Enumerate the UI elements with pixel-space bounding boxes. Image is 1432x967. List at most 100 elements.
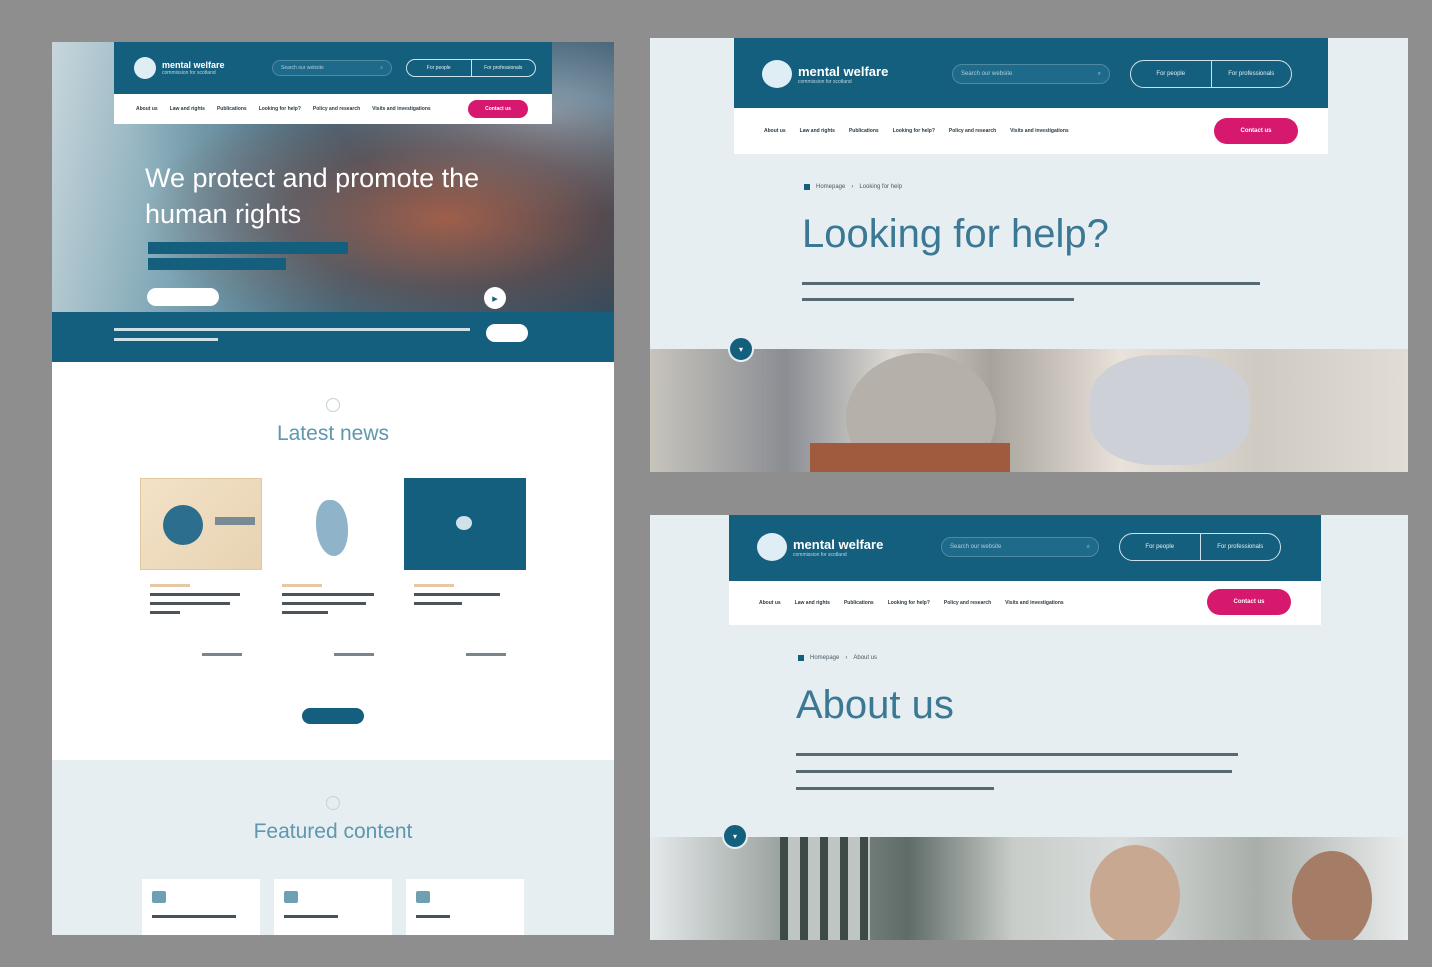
read-more-link[interactable] <box>202 653 242 656</box>
news-card-image <box>272 478 394 570</box>
intro-text-line <box>802 282 1260 285</box>
arrow-down-icon[interactable]: ▾ <box>722 823 748 849</box>
logo[interactable]: mental welfare commission for scotland <box>134 57 225 79</box>
nav-help[interactable]: Looking for help? <box>888 600 930 606</box>
pill-professionals[interactable]: For professionals <box>470 60 536 76</box>
cookie-banner <box>52 312 614 362</box>
nav-about[interactable]: About us <box>764 128 786 134</box>
audience-toggle: For people For professionals <box>406 59 536 77</box>
arrow-down-icon[interactable]: ▾ <box>728 336 754 362</box>
nav-policy[interactable]: Policy and research <box>944 600 991 606</box>
cookie-text-line <box>114 328 470 331</box>
read-more-link[interactable] <box>334 653 374 656</box>
search-placeholder: Search our website <box>950 544 1002 550</box>
nav-law[interactable]: Law and rights <box>170 106 205 112</box>
breadcrumb-current: About us <box>853 655 878 661</box>
logo-tagline: commission for scotland <box>162 70 216 76</box>
breadcrumb-home[interactable]: Homepage <box>810 655 839 661</box>
pill-people[interactable]: For people <box>407 60 471 76</box>
cookie-accept-button[interactable] <box>486 324 528 342</box>
nav-visits[interactable]: Visits and investigations <box>1010 128 1069 134</box>
about-page-screenshot: mental welfare commission for scotland S… <box>650 515 1408 940</box>
logo[interactable]: mental welfare commission for scotland <box>757 533 883 561</box>
nav-visits[interactable]: Visits and investigations <box>372 106 431 112</box>
play-icon[interactable]: ▸ <box>484 287 506 309</box>
breadcrumb-current: Looking for help <box>859 184 903 190</box>
about-hero-photo <box>650 837 1408 940</box>
pill-people[interactable]: For people <box>1131 61 1211 87</box>
featured-card[interactable] <box>142 879 260 935</box>
logo-mark-icon <box>757 533 787 561</box>
contact-button[interactable]: Contact us <box>468 100 528 118</box>
audience-toggle: For people For professionals <box>1119 533 1281 561</box>
homepage-screenshot: mental welfare commission for scotland S… <box>52 42 614 935</box>
logo-name: mental welfare <box>798 63 889 79</box>
pill-people[interactable]: For people <box>1120 534 1200 560</box>
nav-policy[interactable]: Policy and research <box>313 106 360 112</box>
logo-name: mental welfare <box>162 60 225 70</box>
home-icon[interactable] <box>804 184 810 190</box>
page-title: About us <box>796 683 954 727</box>
news-card[interactable] <box>404 478 526 664</box>
logo[interactable]: mental welfare commission for scotland <box>762 60 888 88</box>
pill-professionals[interactable]: For professionals <box>1210 61 1292 87</box>
logo-mark-icon <box>762 60 792 88</box>
intro-text-line <box>796 753 1238 756</box>
logo-tagline: commission for scotland <box>798 78 852 85</box>
search-placeholder: Search our website <box>281 65 324 71</box>
search-placeholder: Search our website <box>961 71 1013 77</box>
header-bar: mental welfare commission for scotland S… <box>729 515 1321 581</box>
news-card[interactable] <box>140 478 262 664</box>
nav-help[interactable]: Looking for help? <box>259 106 301 112</box>
logo-name: mental welfare <box>793 536 884 552</box>
cookie-text-line <box>114 338 218 341</box>
page-title: Looking for help? <box>802 212 1109 256</box>
nav-publications[interactable]: Publications <box>849 128 879 134</box>
intro-text-line <box>796 770 1232 773</box>
hero-subtitle-line <box>148 242 348 254</box>
search-input[interactable]: Search our website ⌕ <box>272 60 392 76</box>
read-more-link[interactable] <box>466 653 506 656</box>
search-input[interactable]: Search our website ⌕ <box>952 64 1110 84</box>
nav-visits[interactable]: Visits and investigations <box>1005 600 1064 606</box>
nav-law[interactable]: Law and rights <box>795 600 830 606</box>
hero-read-more-button[interactable] <box>147 288 219 306</box>
search-icon[interactable]: ⌕ <box>1087 544 1090 551</box>
breadcrumb: Homepage › About us <box>798 655 877 661</box>
intro-text-line <box>802 298 1074 301</box>
help-page-screenshot: mental welfare commission for scotland S… <box>650 38 1408 472</box>
nav-publications[interactable]: Publications <box>844 600 874 606</box>
hero-title: We protect and promote the human rights <box>145 163 480 229</box>
news-card[interactable] <box>272 478 394 664</box>
featured-section-icon <box>326 796 340 810</box>
logo-tagline: commission for scotland <box>793 551 847 558</box>
home-icon[interactable] <box>798 655 804 661</box>
nav-policy[interactable]: Policy and research <box>949 128 996 134</box>
news-card-image <box>140 478 262 570</box>
help-hero-photo <box>650 349 1408 472</box>
search-icon[interactable]: ⌕ <box>380 65 383 71</box>
hero-subtitle-line <box>148 258 286 270</box>
nav-help[interactable]: Looking for help? <box>893 128 935 134</box>
nav-about[interactable]: About us <box>136 106 158 112</box>
audience-toggle: For people For professionals <box>1130 60 1292 88</box>
intro-text-line <box>796 787 994 790</box>
news-section-icon <box>326 398 340 412</box>
breadcrumb-home[interactable]: Homepage <box>816 184 845 190</box>
header-bar: mental welfare commission for scotland S… <box>114 42 552 94</box>
contact-button[interactable]: Contact us <box>1214 118 1298 144</box>
nav-publications[interactable]: Publications <box>217 106 247 112</box>
nav-about[interactable]: About us <box>759 600 781 606</box>
search-input[interactable]: Search our website ⌕ <box>941 537 1099 557</box>
logo-mark-icon <box>134 57 156 79</box>
breadcrumb: Homepage › Looking for help <box>804 184 902 190</box>
pill-professionals[interactable]: For professionals <box>1199 534 1281 560</box>
featured-card[interactable] <box>274 879 392 935</box>
featured-content-heading: Featured content <box>253 820 413 843</box>
search-icon[interactable]: ⌕ <box>1098 71 1101 78</box>
nav-law[interactable]: Law and rights <box>800 128 835 134</box>
header-bar: mental welfare commission for scotland S… <box>734 38 1328 108</box>
contact-button[interactable]: Contact us <box>1207 589 1291 615</box>
featured-card[interactable] <box>406 879 524 935</box>
see-all-news-button[interactable] <box>302 708 364 724</box>
